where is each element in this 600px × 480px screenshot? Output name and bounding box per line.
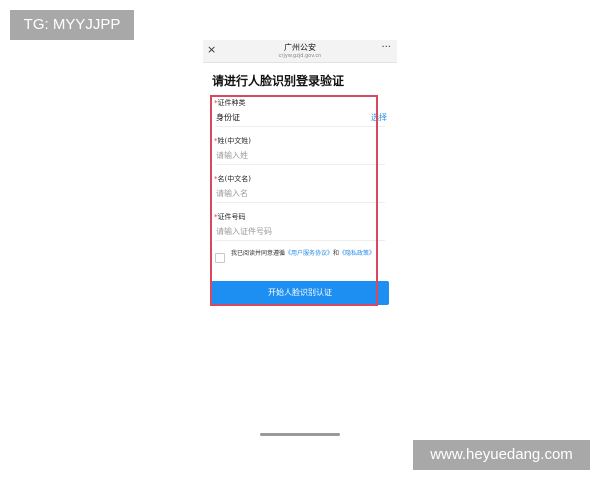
more-icon[interactable]: ··· [381,42,391,53]
highlight-annotation-box [210,95,378,306]
home-indicator [260,433,340,436]
nav-domain: crjyw.gzjd.gov.cn [278,53,322,59]
watermark-top: TG: MYYJJPP [10,10,134,40]
navigation-bar: × 广州公安 crjyw.gzjd.gov.cn ··· [203,40,397,63]
nav-title: 广州公安 [284,43,316,52]
page-title: 请进行人脸识别登录验证 [212,74,345,88]
watermark-bottom: www.heyuedang.com [413,440,590,470]
